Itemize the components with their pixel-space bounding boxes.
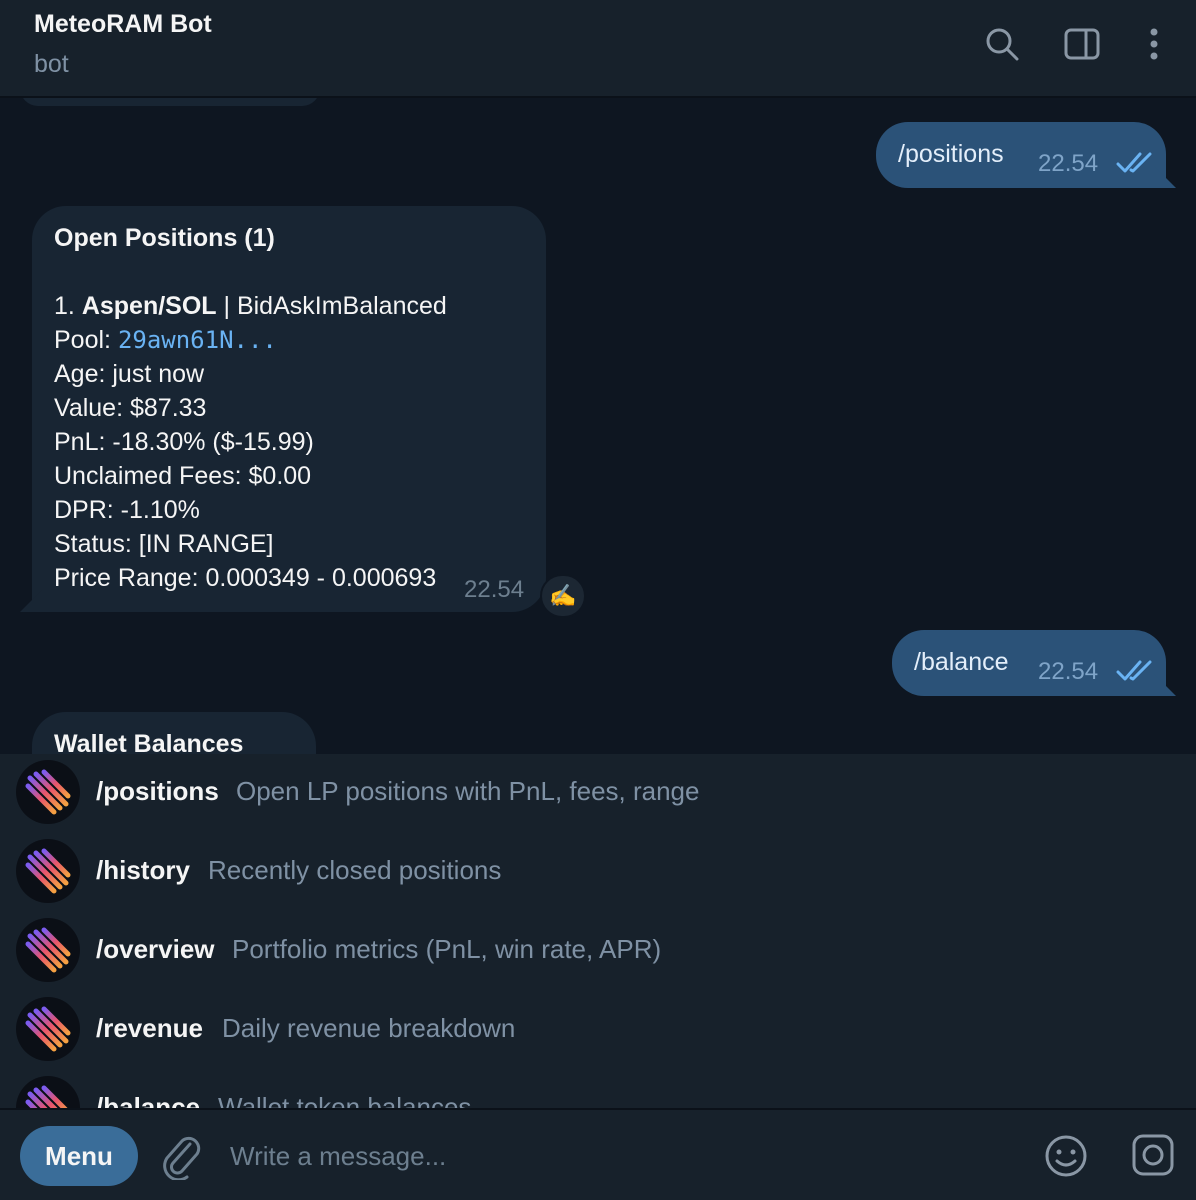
command-item-positions[interactable]: /positions Open LP positions with PnL, f… [0, 754, 1196, 833]
message-time: 22.54 [464, 576, 525, 603]
message-composer: Menu [0, 1108, 1196, 1200]
command-item-history[interactable]: /history Recently closed positions [0, 833, 1196, 912]
pool-line: Pool: 29awn61N... [54, 326, 277, 355]
side-panel-icon[interactable] [1062, 24, 1102, 64]
message-input[interactable] [230, 1134, 1010, 1178]
command-item-revenue[interactable]: /revenue Daily revenue breakdown [0, 991, 1196, 1070]
wallet-heading: Wallet Balances [54, 730, 244, 754]
bot-menu-button[interactable]: Menu [20, 1126, 138, 1186]
bubble-tail [1154, 674, 1176, 696]
message-text: /positions [898, 140, 1004, 168]
bot-commands-icon[interactable] [1130, 1132, 1176, 1178]
command-name: /balance [96, 1092, 201, 1108]
dpr-line: DPR: -1.10% [54, 496, 200, 524]
message-time: 22.54 [1038, 658, 1099, 685]
wallet-message[interactable]: Wallet Balances [32, 712, 316, 754]
writing-hand-reaction[interactable]: ✍️ [540, 574, 586, 618]
command-name: /positions [96, 776, 219, 806]
command-name: /overview [96, 934, 215, 964]
meteor-logo-icon [16, 997, 80, 1061]
command-item-balance[interactable]: /balance Wallet token balances [0, 1070, 1196, 1108]
paperclip-icon[interactable] [158, 1130, 204, 1180]
chat-subtitle: bot [34, 50, 69, 78]
outgoing-message[interactable]: /positions 22.54 [876, 122, 1176, 188]
fees-line: Unclaimed Fees: $0.00 [54, 462, 312, 490]
position-title-line: 1. Aspen/SOL | BidAskImBalanced [54, 292, 447, 321]
positions-message[interactable]: Open Positions (1) 1. Aspen/SOL | BidAsk… [20, 206, 546, 612]
pnl-line: PnL: -18.30% ($-15.99) [54, 428, 314, 456]
price-range-line: Price Range: 0.000349 - 0.000693 [54, 564, 437, 592]
command-description: Recently closed positions [208, 855, 502, 885]
command-item-overview[interactable]: /overview Portfolio metrics (PnL, win ra… [0, 912, 1196, 991]
meteor-logo-icon [16, 1076, 80, 1108]
message-list[interactable]: /positions 22.54 Open Positions (1) 1. A… [0, 98, 1196, 754]
command-name: /revenue [96, 1013, 203, 1043]
meteor-logo-icon [16, 918, 80, 982]
bot-command-list[interactable]: /positions Open LP positions with PnL, f… [0, 754, 1196, 1108]
chat-header: MeteoRAM Bot bot [0, 0, 1196, 98]
telegram-chat-window: MeteoRAM Bot bot /positions 22.54 Open P… [0, 0, 1196, 1200]
value-line: Value: $87.33 [54, 394, 207, 422]
positions-heading: Open Positions (1) [54, 224, 275, 252]
double-check-icon [1116, 152, 1152, 173]
message-text: /balance [914, 648, 1009, 676]
emoji-icon[interactable] [1042, 1132, 1090, 1180]
pool-address-code[interactable]: 29awn61N... [118, 326, 277, 354]
position-pair: Aspen/SOL [81, 292, 217, 320]
outgoing-message[interactable]: /balance 22.54 [892, 630, 1176, 696]
bubble-tail [1154, 166, 1176, 188]
status-line: Status: [IN RANGE] [54, 530, 274, 558]
pool-label: Pool: [54, 326, 118, 354]
age-line: Age: just now [54, 360, 205, 388]
command-description: Wallet token balances [218, 1092, 472, 1108]
more-vertical-icon[interactable] [1134, 24, 1174, 64]
meteor-logo-icon [16, 839, 80, 903]
message-time: 22.54 [1038, 150, 1099, 177]
command-description: Open LP positions with PnL, fees, range [236, 776, 700, 806]
search-icon[interactable] [982, 24, 1022, 64]
position-strategy: | BidAskImBalanced [216, 292, 447, 320]
double-check-icon [1116, 660, 1152, 681]
bubble-tail [20, 590, 42, 612]
previous-message-bubble [20, 98, 320, 106]
command-description: Portfolio metrics (PnL, win rate, APR) [232, 934, 662, 964]
chat-title[interactable]: MeteoRAM Bot [34, 10, 212, 39]
command-description: Daily revenue breakdown [222, 1013, 516, 1043]
position-index: 1. [54, 292, 75, 320]
meteor-logo-icon [16, 760, 80, 824]
command-name: /history [96, 855, 190, 885]
